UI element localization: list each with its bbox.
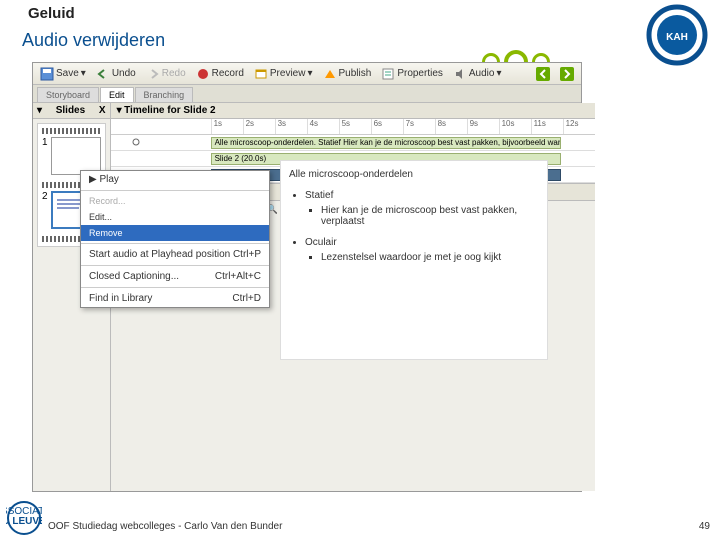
slide-number: 1: [42, 137, 48, 179]
timeline-title: Timeline for Slide 2: [124, 105, 216, 116]
association-logo: ASSOCIATIEKU LEUVEN: [6, 500, 42, 536]
section-label: Geluid: [28, 5, 75, 22]
main-toolbar: Save▾ Undo Redo Record Preview▾ Publish …: [33, 63, 581, 85]
menu-record: Record...: [81, 193, 269, 209]
caption-clip: Alle microscoop-onderdelen. Statief Hier…: [211, 137, 561, 149]
eye-icon: [131, 137, 141, 147]
slides-panel-title: Slides: [56, 105, 85, 116]
preview-button[interactable]: Preview▾: [250, 66, 317, 82]
tab-storyboard[interactable]: Storyboard: [37, 87, 99, 102]
undo-button[interactable]: Undo: [92, 66, 140, 82]
list-item: Lezenstelsel waardoor je met je oog kijk…: [321, 252, 539, 263]
institution-logo: KAH: [622, 0, 712, 70]
tab-branching[interactable]: Branching: [135, 87, 194, 102]
audio-context-menu: ▶ Play Record... Edit... Remove Start au…: [80, 170, 270, 308]
nav-back-button[interactable]: [532, 66, 554, 82]
view-tabs: Storyboard Edit Branching: [33, 85, 581, 103]
redo-button: Redo: [142, 66, 190, 82]
list-item: Statief Hier kan je de microscoop best v…: [305, 190, 539, 227]
footer-text: OOF Studiedag webcolleges - Carlo Van de…: [48, 521, 282, 532]
record-button[interactable]: Record: [192, 66, 248, 82]
chevron-down-icon[interactable]: ▾: [117, 105, 122, 116]
close-icon[interactable]: X: [99, 105, 106, 116]
audio-button[interactable]: Audio▾: [449, 66, 506, 82]
save-button[interactable]: Save▾: [36, 66, 90, 82]
time-ruler[interactable]: 1s2s3s4s5s6s7s8s9s10s11s12s: [111, 119, 595, 135]
chevron-down-icon: ▾: [307, 68, 312, 79]
canvas-heading: Alle microscoop-onderdelen: [289, 169, 539, 180]
chevron-down-icon: ▾: [81, 68, 86, 79]
svg-text:KU LEUVEN: KU LEUVEN: [6, 516, 42, 527]
svg-text:KAH: KAH: [666, 32, 688, 43]
publish-button[interactable]: Publish: [319, 66, 376, 82]
slide-number: 2: [42, 191, 48, 233]
caption-track[interactable]: Alle microscoop-onderdelen. Statief Hier…: [111, 135, 595, 151]
chevron-down-icon: ▾: [496, 68, 501, 79]
menu-start-audio[interactable]: Start audio at Playhead positionCtrl+P: [81, 246, 269, 263]
menu-find-library[interactable]: Find in LibraryCtrl+D: [81, 290, 269, 307]
menu-edit[interactable]: Edit...: [81, 209, 269, 225]
menu-closed-captioning[interactable]: Closed Captioning...Ctrl+Alt+C: [81, 268, 269, 285]
menu-remove[interactable]: Remove: [81, 225, 269, 241]
page-number: 49: [699, 521, 710, 532]
tab-edit[interactable]: Edit: [100, 87, 134, 102]
page-title: Audio verwijderen: [22, 30, 165, 51]
list-item: Oculair Lezenstelsel waardoor je met je …: [305, 237, 539, 263]
list-item: Hier kan je de microscoop best vast pakk…: [321, 205, 539, 227]
nav-fwd-button[interactable]: [556, 66, 578, 82]
menu-play[interactable]: ▶ Play: [81, 171, 269, 188]
slide-canvas: Alle microscoop-onderdelen Statief Hier …: [280, 160, 548, 360]
properties-button[interactable]: Properties: [377, 66, 447, 82]
chevron-down-icon[interactable]: ▾: [37, 105, 42, 116]
